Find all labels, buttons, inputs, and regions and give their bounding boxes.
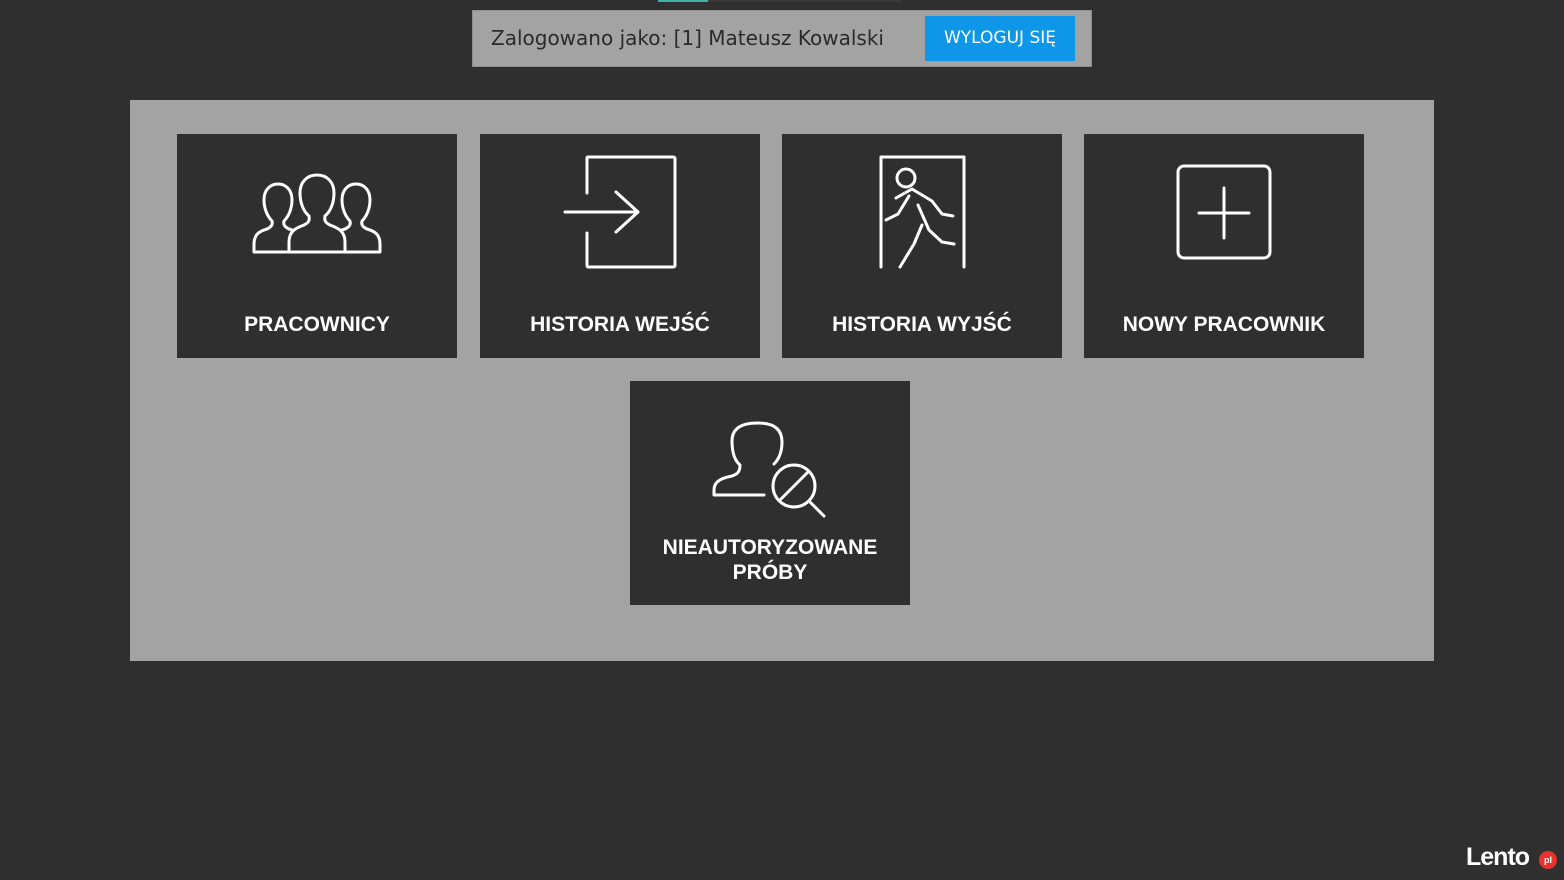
sign-in-icon xyxy=(563,155,677,269)
tile-entry-history[interactable]: HISTORIA WEJŚĆ xyxy=(480,134,760,358)
users-group-icon xyxy=(252,173,382,254)
tile-exit-history[interactable]: HISTORIA WYJŚĆ xyxy=(782,134,1062,358)
emergency-exit-icon xyxy=(879,155,966,269)
tile-employees[interactable]: PRACOWNICY xyxy=(177,134,457,358)
tile-unauthorized-attempts-label: NIEAUTORYZOWANE PRÓBY xyxy=(662,536,878,584)
logout-button[interactable]: WYLOGUJ SIĘ xyxy=(925,16,1075,61)
tile-new-employee-label: NOWY PRACOWNIK xyxy=(1122,313,1326,336)
logged-in-user-text: Zalogowano jako: [1] Mateusz Kowalski xyxy=(491,26,884,50)
lento-watermark-logo: Lento xyxy=(1466,843,1530,871)
top-accent-bar xyxy=(658,0,708,2)
tile-employees-label: PRACOWNICY xyxy=(244,313,390,336)
login-status-bar: Zalogowano jako: [1] Mateusz Kowalski WY… xyxy=(472,10,1092,67)
tile-new-employee[interactable]: NOWY PRACOWNIK xyxy=(1084,134,1364,358)
tile-exit-history-label: HISTORIA WYJŚĆ xyxy=(832,313,1012,336)
dashboard-panel: PRACOWNICY HISTORIA WEJŚĆ HISTORIA WYJŚĆ xyxy=(130,100,1434,661)
add-square-icon xyxy=(1176,164,1272,260)
top-accent-bar-dark xyxy=(708,0,902,2)
tile-entry-history-label: HISTORIA WEJŚĆ xyxy=(530,313,710,336)
lento-badge: pl xyxy=(1539,851,1557,869)
tile-unauthorized-attempts[interactable]: NIEAUTORYZOWANE PRÓBY xyxy=(630,381,910,605)
user-search-blocked-icon xyxy=(712,421,826,518)
